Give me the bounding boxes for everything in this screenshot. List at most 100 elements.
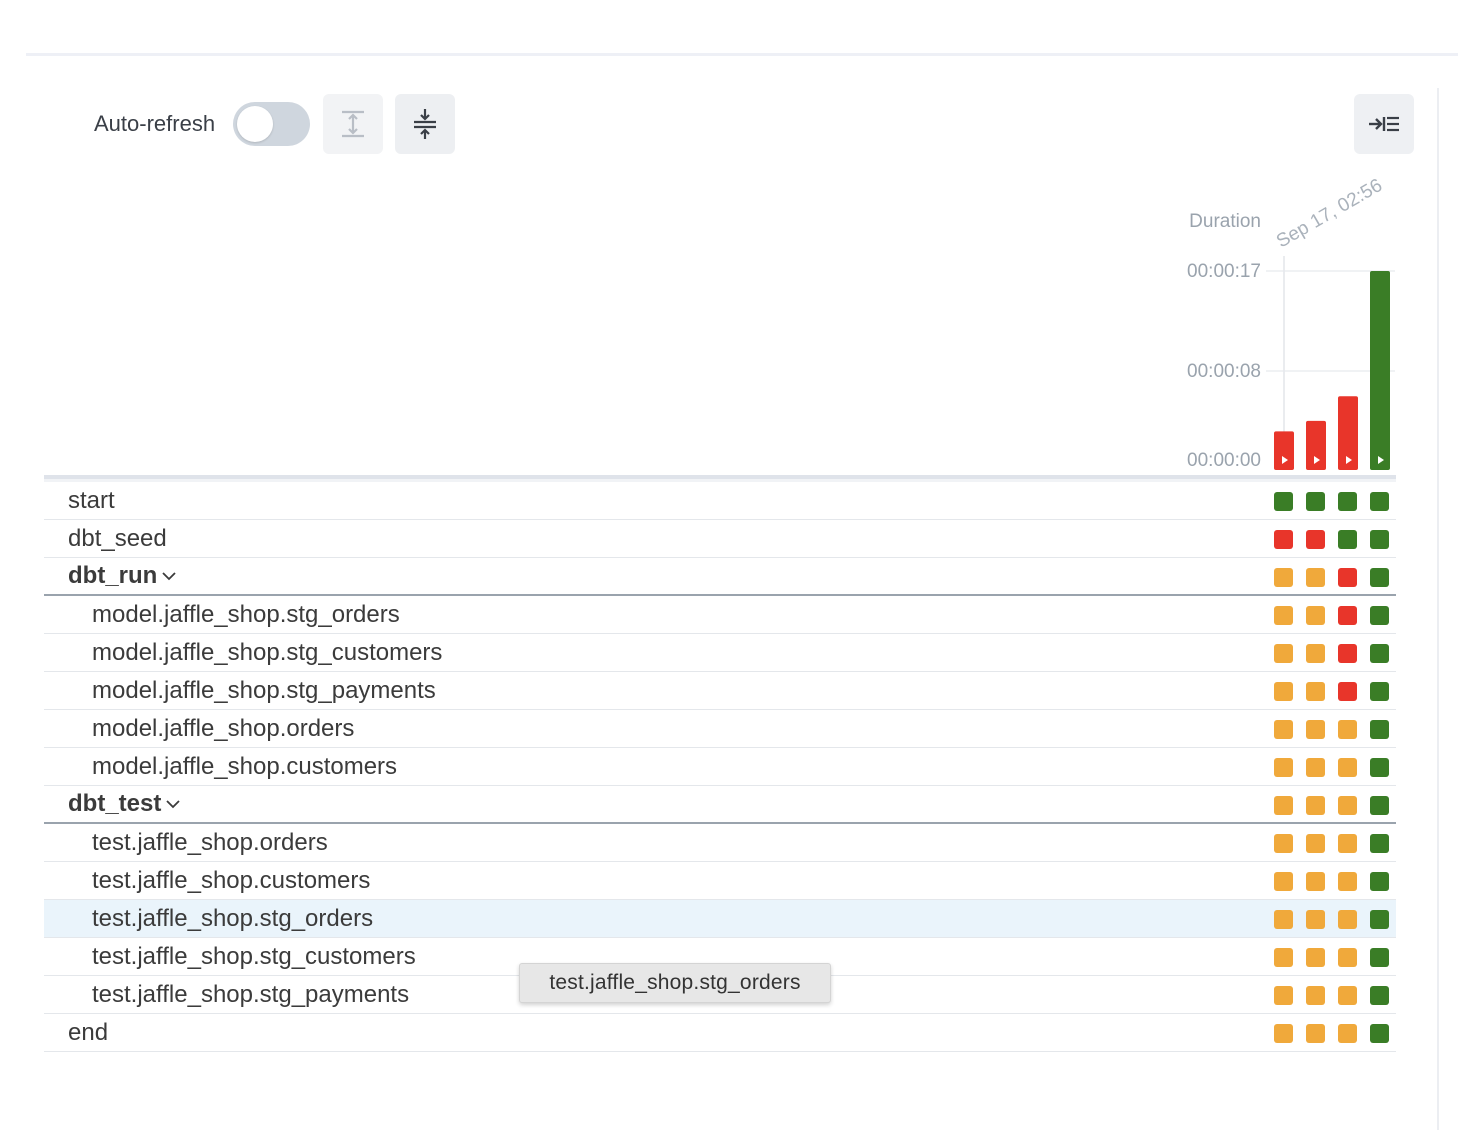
task-row[interactable]: model.jaffle_shop.orders — [44, 710, 1396, 748]
task-instance-upstream_failed[interactable] — [1338, 720, 1357, 739]
task-label[interactable]: test.jaffle_shop.customers — [44, 867, 370, 895]
task-row[interactable]: model.jaffle_shop.stg_payments — [44, 672, 1396, 710]
task-instance-upstream_failed[interactable] — [1274, 644, 1293, 663]
task-row[interactable]: model.jaffle_shop.stg_orders — [44, 596, 1396, 634]
task-row[interactable]: model.jaffle_shop.customers — [44, 748, 1396, 786]
task-instance-upstream_failed[interactable] — [1338, 986, 1357, 1005]
details-panel-divider[interactable] — [1437, 88, 1439, 1130]
task-instance-success[interactable] — [1370, 606, 1389, 625]
task-instance-upstream_failed[interactable] — [1306, 758, 1325, 777]
auto-refresh-toggle[interactable] — [233, 102, 311, 146]
task-instance-upstream_failed[interactable] — [1274, 568, 1293, 587]
task-row[interactable]: test.jaffle_shop.customers — [44, 862, 1396, 900]
task-label[interactable]: test.jaffle_shop.stg_payments — [44, 981, 409, 1009]
task-label[interactable]: end — [44, 1019, 108, 1047]
duration-bar-rect[interactable] — [1274, 431, 1294, 470]
task-row[interactable]: test.jaffle_shop.stg_orders — [44, 900, 1396, 938]
task-instance-upstream_failed[interactable] — [1274, 872, 1293, 891]
task-instance-success[interactable] — [1370, 796, 1389, 815]
task-instance-upstream_failed[interactable] — [1338, 796, 1357, 815]
task-instance-upstream_failed[interactable] — [1274, 910, 1293, 929]
task-instance-success[interactable] — [1306, 492, 1325, 511]
task-instance-success[interactable] — [1338, 492, 1357, 511]
task-instance-upstream_failed[interactable] — [1274, 682, 1293, 701]
task-instance-upstream_failed[interactable] — [1306, 606, 1325, 625]
task-instance-success[interactable] — [1370, 492, 1389, 511]
task-label[interactable]: model.jaffle_shop.orders — [44, 715, 354, 743]
duration-bar[interactable] — [1274, 431, 1294, 470]
task-instance-failed[interactable] — [1338, 644, 1357, 663]
task-instance-upstream_failed[interactable] — [1306, 796, 1325, 815]
toggle-details-panel-button[interactable] — [1354, 94, 1414, 154]
task-label[interactable]: test.jaffle_shop.stg_orders — [44, 905, 373, 933]
task-group-row[interactable]: dbt_run — [44, 558, 1396, 596]
task-instance-success[interactable] — [1370, 910, 1389, 929]
task-label[interactable]: model.jaffle_shop.stg_orders — [44, 601, 400, 629]
task-instance-upstream_failed[interactable] — [1338, 872, 1357, 891]
task-instance-upstream_failed[interactable] — [1306, 834, 1325, 853]
task-instance-upstream_failed[interactable] — [1274, 796, 1293, 815]
task-instance-failed[interactable] — [1338, 682, 1357, 701]
task-instance-upstream_failed[interactable] — [1306, 644, 1325, 663]
task-instance-success[interactable] — [1370, 1024, 1389, 1043]
task-instance-success[interactable] — [1370, 720, 1389, 739]
task-instance-success[interactable] — [1370, 948, 1389, 967]
task-instance-upstream_failed[interactable] — [1338, 1024, 1357, 1043]
task-label[interactable]: dbt_seed — [44, 525, 167, 553]
task-row[interactable]: start — [44, 482, 1396, 520]
task-label[interactable]: dbt_test — [44, 790, 161, 818]
task-instance-success[interactable] — [1370, 834, 1389, 853]
task-instance-upstream_failed[interactable] — [1306, 682, 1325, 701]
collapse-all-button[interactable] — [395, 94, 456, 154]
task-instance-upstream_failed[interactable] — [1274, 948, 1293, 967]
task-instance-upstream_failed[interactable] — [1274, 834, 1293, 853]
task-instance-upstream_failed[interactable] — [1338, 910, 1357, 929]
task-instance-upstream_failed[interactable] — [1306, 1024, 1325, 1043]
task-instance-success[interactable] — [1370, 872, 1389, 891]
task-instance-upstream_failed[interactable] — [1306, 910, 1325, 929]
task-row[interactable]: end — [44, 1014, 1396, 1052]
task-label[interactable]: test.jaffle_shop.stg_customers — [44, 943, 416, 971]
duration-bar[interactable] — [1306, 420, 1326, 470]
duration-bar[interactable] — [1370, 271, 1390, 470]
task-label[interactable]: test.jaffle_shop.orders — [44, 829, 328, 857]
task-label[interactable]: model.jaffle_shop.customers — [44, 753, 397, 781]
task-instance-failed[interactable] — [1274, 530, 1293, 549]
task-row[interactable]: test.jaffle_shop.orders — [44, 824, 1396, 862]
chevron-down-icon[interactable] — [161, 570, 177, 582]
expand-all-button[interactable] — [323, 94, 384, 154]
task-instance-upstream_failed[interactable] — [1306, 948, 1325, 967]
task-instance-success[interactable] — [1370, 758, 1389, 777]
run-date-label[interactable]: Sep 17, 02:56 — [1273, 175, 1386, 252]
task-instance-success[interactable] — [1370, 530, 1389, 549]
duration-bar[interactable] — [1338, 396, 1358, 470]
task-instance-success[interactable] — [1338, 530, 1357, 549]
task-instance-upstream_failed[interactable] — [1274, 720, 1293, 739]
task-label[interactable]: model.jaffle_shop.stg_payments — [44, 677, 436, 705]
task-instance-upstream_failed[interactable] — [1338, 834, 1357, 853]
task-instance-success[interactable] — [1370, 682, 1389, 701]
task-instance-upstream_failed[interactable] — [1274, 606, 1293, 625]
task-instance-failed[interactable] — [1338, 606, 1357, 625]
task-row[interactable]: dbt_seed — [44, 520, 1396, 558]
task-instance-upstream_failed[interactable] — [1306, 720, 1325, 739]
task-row[interactable]: model.jaffle_shop.stg_customers — [44, 634, 1396, 672]
task-label[interactable]: dbt_run — [44, 562, 157, 590]
task-instance-success[interactable] — [1274, 492, 1293, 511]
task-instance-upstream_failed[interactable] — [1338, 758, 1357, 777]
chevron-down-icon[interactable] — [165, 798, 181, 810]
task-instance-upstream_failed[interactable] — [1274, 1024, 1293, 1043]
task-instance-success[interactable] — [1370, 986, 1389, 1005]
task-label[interactable]: start — [44, 487, 115, 515]
task-instance-success[interactable] — [1370, 644, 1389, 663]
task-label[interactable]: model.jaffle_shop.stg_customers — [44, 639, 442, 667]
task-instance-upstream_failed[interactable] — [1274, 758, 1293, 777]
task-instance-upstream_failed[interactable] — [1338, 948, 1357, 967]
task-group-row[interactable]: dbt_test — [44, 786, 1396, 824]
task-instance-upstream_failed[interactable] — [1274, 986, 1293, 1005]
duration-bar-rect[interactable] — [1370, 271, 1390, 470]
task-instance-upstream_failed[interactable] — [1306, 986, 1325, 1005]
task-instance-upstream_failed[interactable] — [1306, 872, 1325, 891]
task-instance-upstream_failed[interactable] — [1306, 568, 1325, 587]
task-instance-failed[interactable] — [1338, 568, 1357, 587]
